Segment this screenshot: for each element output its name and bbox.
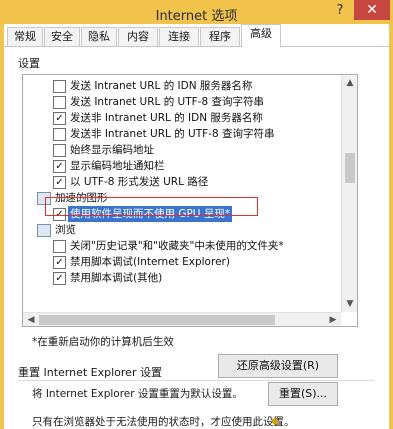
tab-privacy[interactable]: 隐私 (81, 27, 117, 46)
checkbox-checked[interactable]: ✓ (53, 272, 66, 285)
title-bar[interactable]: Internet 选项 ? ✕ (0, 0, 393, 24)
tab-advanced[interactable]: 高级 (241, 24, 281, 47)
horizontal-scroll-thumb[interactable] (39, 315, 275, 325)
tab-connections[interactable]: 连接 (159, 27, 199, 46)
scroll-right-arrow-icon[interactable]: ▶ (325, 312, 341, 326)
tab-security[interactable]: 安全 (44, 27, 80, 46)
settings-group-label: 设置 (18, 57, 40, 70)
vertical-scroll-thumb[interactable] (345, 153, 355, 183)
dialog-body: 常规 安全 隐私 内容 连接 程序 高级 设置 发送 Intranet URL … (4, 24, 389, 429)
tab-general[interactable]: 常规 (7, 27, 43, 46)
restore-advanced-button[interactable]: 还原高级设置(R) (218, 354, 338, 378)
checkbox[interactable] (53, 144, 66, 157)
tab-programs[interactable]: 程序 (200, 27, 240, 46)
horizontal-scrollbar[interactable]: ◀ ▶ (23, 312, 341, 326)
scroll-up-arrow-icon[interactable]: ▲ (342, 75, 357, 91)
scroll-left-arrow-icon[interactable]: ◀ (23, 312, 39, 326)
checkbox-checked[interactable]: ✓ (53, 160, 66, 173)
help-button[interactable]: ? (331, 2, 349, 20)
highlight-box (45, 197, 258, 216)
checkbox-checked[interactable]: ✓ (53, 256, 66, 269)
shield-warning-icon: ◆ (271, 416, 279, 427)
checkbox[interactable] (53, 80, 66, 93)
divider (18, 380, 374, 381)
checkbox-checked[interactable]: ✓ (53, 112, 66, 125)
vertical-scrollbar[interactable]: ▲ ▼ (341, 75, 357, 312)
checkbox[interactable] (53, 96, 66, 109)
category-icon (37, 224, 51, 237)
settings-list[interactable]: 发送 Intranet URL 的 IDN 服务器名称 发送 Intranet … (22, 74, 358, 327)
reset-description: 将 Internet Explorer 设置重置为默认设置。 (32, 388, 243, 400)
scroll-down-arrow-icon[interactable]: ▼ (342, 296, 357, 312)
restart-note: *在重新启动你的计算机后生效 (32, 336, 174, 348)
tab-strip: 常规 安全 隐私 内容 连接 程序 高级 (4, 24, 389, 47)
internet-options-window: Internet 选项 ? ✕ 常规 安全 隐私 内容 连接 程序 高级 设置 … (0, 0, 393, 429)
close-button[interactable]: ✕ (354, 0, 390, 20)
checkbox-checked[interactable]: ✓ (53, 176, 66, 189)
reset-section-title: 重置 Internet Explorer 设置 (18, 366, 162, 379)
checkbox[interactable] (53, 240, 66, 253)
reset-button[interactable]: 重置(S)... (268, 382, 338, 406)
checkbox[interactable] (53, 128, 66, 141)
tab-content[interactable]: 内容 (118, 27, 158, 46)
reset-warning: 只有在浏览器处于无法使用的状态时，才应使用此设置。 (32, 416, 295, 428)
